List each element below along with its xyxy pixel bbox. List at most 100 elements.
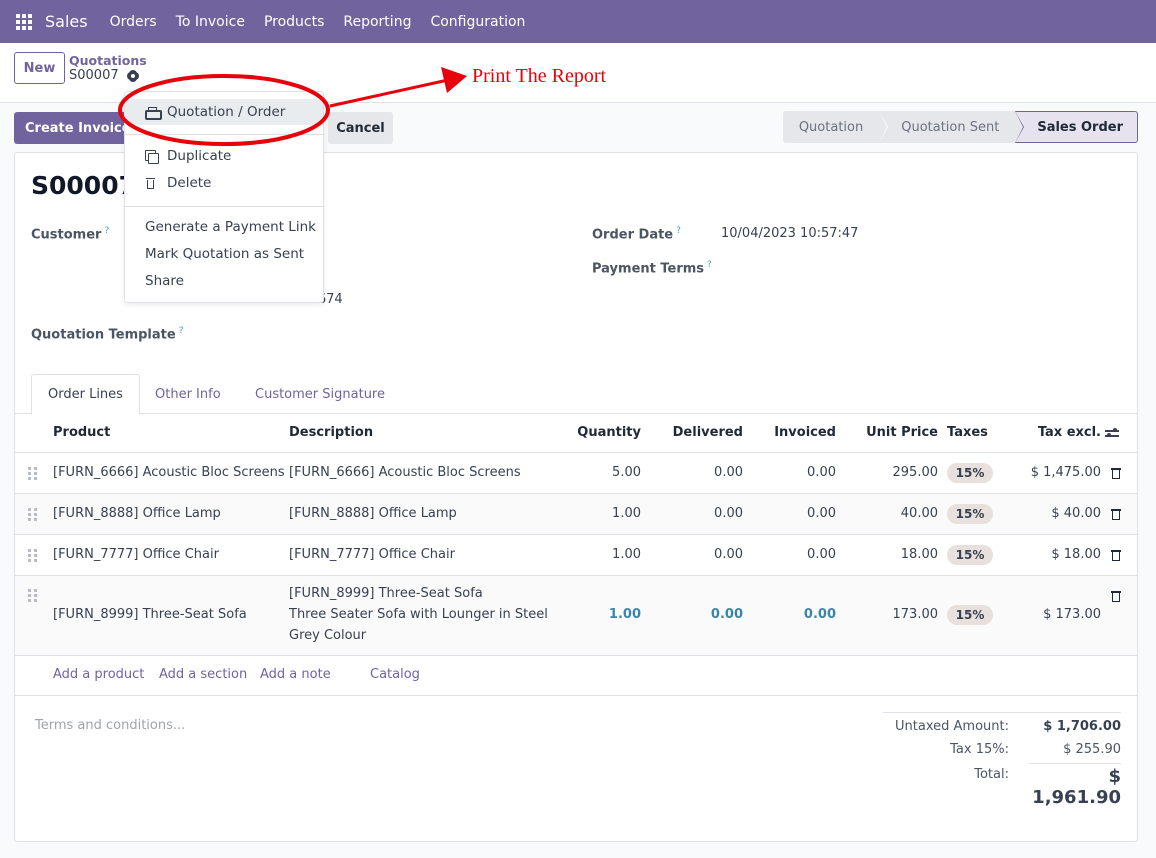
invoiced-cell: 0.00	[807, 506, 836, 521]
add-note-link[interactable]: Add a note	[260, 667, 331, 682]
new-button[interactable]: New	[14, 52, 65, 84]
col-invoiced[interactable]: Invoiced	[774, 425, 836, 440]
help-icon[interactable]: ?	[104, 226, 109, 236]
quantity-cell: 1.00	[612, 547, 641, 562]
trash-icon	[145, 177, 158, 190]
drag-handle-icon[interactable]	[28, 467, 37, 480]
breadcrumb: Quotations S00007	[69, 53, 147, 84]
quotation-template-label: Quotation Template?	[31, 326, 184, 343]
help-icon[interactable]: ?	[179, 326, 184, 336]
total-label: Total:	[974, 767, 1009, 782]
drag-handle-icon[interactable]	[28, 549, 37, 562]
delivered-cell: 0.00	[714, 547, 743, 562]
stage-quotation-sent[interactable]: Quotation Sent	[879, 111, 1025, 143]
table-row[interactable]: [FURN_8999] Three-Seat Sofa [FURN_8999] …	[15, 576, 1137, 656]
stage-quotation[interactable]: Quotation	[782, 111, 889, 143]
drag-handle-icon[interactable]	[28, 589, 37, 602]
col-product[interactable]: Product	[53, 425, 110, 440]
annotation-label: Print The Report	[472, 65, 607, 87]
col-description[interactable]: Description	[289, 425, 373, 440]
total-row: Total: $ 1,961.90	[883, 759, 1121, 808]
column-settings-icon[interactable]	[1105, 427, 1119, 439]
breadcrumb-quotations[interactable]: Quotations	[69, 53, 147, 68]
untaxed-label: Untaxed Amount:	[895, 719, 1009, 734]
breadcrumb-current: S00007	[69, 68, 147, 84]
col-taxes[interactable]: Taxes	[947, 425, 988, 440]
menu-item-label: Delete	[167, 175, 212, 191]
stage-sales-order[interactable]: Sales Order	[1015, 111, 1138, 143]
add-line-row: Add a product Add a section Add a note C…	[15, 656, 1137, 696]
tax-value: $ 255.90	[1063, 742, 1121, 757]
unit-price-cell: 40.00	[900, 506, 938, 521]
create-invoice-button[interactable]: Create Invoice	[14, 112, 142, 144]
menu-item-generate-payment-link[interactable]: Generate a Payment Link	[125, 214, 323, 240]
table-row[interactable]: [FURN_7777] Office Chair [FURN_7777] Off…	[15, 535, 1137, 576]
stage-label: Quotation Sent	[901, 119, 1000, 135]
subtotal-cell: $ 18.00	[1051, 547, 1101, 562]
terms-and-conditions-input[interactable]: Terms and conditions...	[35, 718, 185, 733]
table-row[interactable]: [FURN_6666] Acoustic Bloc Screens [FURN_…	[15, 453, 1137, 494]
menu-item-duplicate[interactable]: Duplicate	[125, 143, 323, 169]
col-quantity[interactable]: Quantity	[577, 425, 641, 440]
order-date-value[interactable]: 10/04/2023 10:57:47	[721, 226, 858, 241]
cancel-button[interactable]: Cancel	[328, 112, 393, 144]
gear-actions-menu: Quotation / Order Duplicate Delete Gener…	[124, 91, 324, 303]
tax-badge: 15%	[947, 545, 993, 565]
breadcrumb-current-label: S00007	[69, 68, 119, 83]
menu-to-invoice[interactable]: To Invoice	[176, 14, 245, 30]
menu-item-delete[interactable]: Delete	[125, 170, 323, 196]
gear-icon[interactable]	[127, 70, 139, 82]
totals-summary: Untaxed Amount: $ 1,706.00 Tax 15%: $ 25…	[883, 712, 1121, 808]
product-cell: [FURN_8888] Office Lamp	[53, 506, 221, 521]
delete-line-icon[interactable]	[1111, 549, 1121, 561]
table-row[interactable]: [FURN_8888] Office Lamp [FURN_8888] Offi…	[15, 494, 1137, 535]
apps-grid-icon[interactable]	[16, 13, 32, 30]
quantity-cell: 1.00	[612, 506, 641, 521]
tab-order-lines[interactable]: Order Lines	[31, 374, 140, 415]
app-name[interactable]: Sales	[45, 12, 88, 31]
notebook-tabs: Order Lines Other Info Customer Signatur…	[15, 374, 1137, 415]
order-date-label: Order Date?	[592, 226, 681, 243]
product-cell: [FURN_8999] Three-Seat Sofa	[53, 607, 247, 622]
catalog-link[interactable]: Catalog	[370, 667, 420, 682]
tab-other-info[interactable]: Other Info	[139, 374, 237, 414]
col-tax-excl[interactable]: Tax excl.	[1038, 425, 1101, 440]
customer-label: Customer?	[31, 226, 110, 243]
tax-badge: 15%	[947, 504, 993, 524]
delete-line-icon[interactable]	[1111, 590, 1121, 602]
table-header: Product Description Quantity Delivered I…	[15, 414, 1137, 453]
tax-label: Tax 15%:	[950, 742, 1009, 757]
menu-configuration[interactable]: Configuration	[430, 14, 525, 30]
drag-handle-icon[interactable]	[28, 508, 37, 521]
delete-line-icon[interactable]	[1111, 508, 1121, 520]
quantity-cell: 1.00	[608, 607, 641, 622]
menu-products[interactable]: Products	[264, 14, 324, 30]
description-cell: [FURN_8888] Office Lamp	[289, 506, 457, 521]
help-icon[interactable]: ?	[707, 260, 712, 270]
delivered-cell: 0.00	[710, 607, 743, 622]
tab-customer-signature[interactable]: Customer Signature	[239, 374, 401, 414]
menu-divider	[125, 134, 323, 135]
menu-item-share[interactable]: Share	[125, 268, 323, 294]
menu-item-mark-sent[interactable]: Mark Quotation as Sent	[125, 241, 323, 267]
stage-label: Sales Order	[1037, 119, 1123, 135]
menu-item-label: Quotation / Order	[167, 104, 286, 120]
menu-orders[interactable]: Orders	[110, 14, 157, 30]
description-cell: [FURN_6666] Acoustic Bloc Screens	[289, 465, 521, 480]
printer-icon	[145, 106, 162, 120]
subtotal-cell: $ 40.00	[1051, 506, 1101, 521]
untaxed-value: $ 1,706.00	[1043, 719, 1121, 734]
col-delivered[interactable]: Delivered	[673, 425, 743, 440]
col-unit-price[interactable]: Unit Price	[866, 425, 938, 440]
menu-reporting[interactable]: Reporting	[343, 14, 411, 30]
add-section-link[interactable]: Add a section	[159, 667, 247, 682]
untaxed-row: Untaxed Amount: $ 1,706.00	[883, 713, 1121, 736]
add-product-link[interactable]: Add a product	[53, 667, 144, 682]
delete-line-icon[interactable]	[1111, 467, 1121, 479]
description-line: Three Seater Sofa with Lounger in Steel	[289, 607, 548, 622]
total-value: $ 1,961.90	[1029, 763, 1121, 808]
help-icon[interactable]: ?	[676, 226, 681, 236]
tax-badge: 15%	[947, 605, 993, 625]
unit-price-cell: 295.00	[892, 465, 939, 480]
menu-item-print-quotation[interactable]: Quotation / Order	[125, 99, 323, 125]
